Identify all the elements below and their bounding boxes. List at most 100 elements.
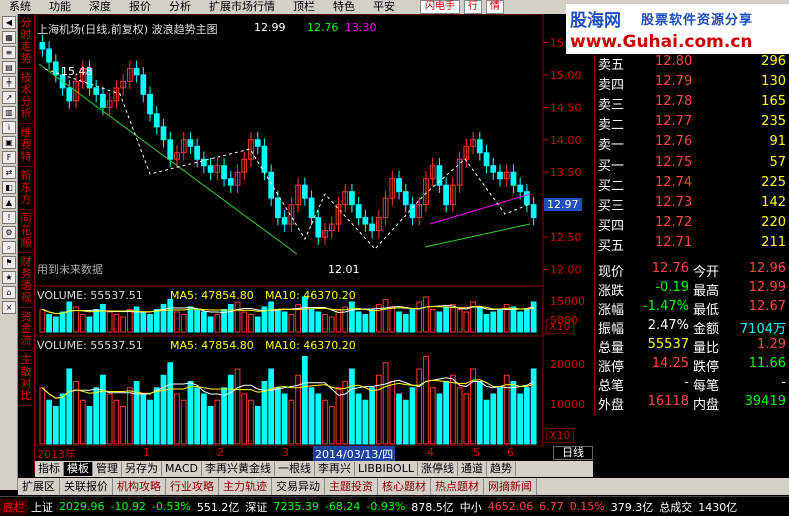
menu-topbar[interactable]: 顶栏 [284,0,324,14]
stat-row: 振幅 2.47% 金额 7104万 [595,318,789,337]
menu-pingan[interactable]: 平安 [364,0,404,14]
stat-value-1: -1.47% [643,299,689,314]
menu-system[interactable]: 系统 [0,0,40,14]
trend-icon[interactable]: ↗ [2,91,16,104]
sell-volume: 130 [761,74,786,89]
side-tab-capital[interactable]: 资金流 [19,308,33,351]
vol2-bar [106,393,113,445]
alert-icon[interactable]: ! [2,211,16,224]
flag-icon[interactable]: ⚑ [2,256,16,269]
kline-icon[interactable]: ╪ [2,76,16,89]
chart-canvas[interactable]: 15.5015.0014.5014.0013.5013.0012.5012.00… [35,14,593,460]
buy-row[interactable]: 买三 12.73 142 [595,195,789,214]
side-tab-xindongfang[interactable]: 新东方 [19,167,33,210]
tab-one-line[interactable]: 一根线 [275,462,315,476]
sell-row[interactable]: 卖三 12.78 165 [595,94,789,113]
buy-row[interactable]: 买一 12.75 57 [595,155,789,174]
tab-golden-line[interactable]: 李再兴黄金线 [202,462,275,476]
cat-extended[interactable]: 扩展区 [18,478,60,495]
cat-industry[interactable]: 行业攻略 [166,478,219,495]
table-icon[interactable]: ▥ [2,106,16,119]
sell-row[interactable]: 卖四 12.79 130 [595,74,789,93]
tab-lizaixing[interactable]: 李再兴 [315,462,355,476]
vol1-bar [39,309,46,333]
sell-row[interactable]: 卖一 12.76 91 [595,134,789,153]
grid-icon[interactable]: ▦ [2,31,16,44]
tools-icon[interactable]: ⚙ [2,226,16,239]
compare-icon[interactable]: ⇄ [2,166,16,179]
vol1-bar [66,301,73,333]
info-icon[interactable]: i [2,121,16,134]
cat-core[interactable]: 核心题材 [378,478,431,495]
candle-body [147,93,153,115]
cat-news[interactable]: 网摘新闻 [484,478,537,495]
home-icon[interactable]: ⌂ [2,286,16,299]
date-label-5: 4 [427,446,434,459]
tab-limitup-line[interactable]: 涨停线 [418,462,458,476]
news-icon[interactable]: ▣ [2,136,16,149]
chart-icon[interactable]: ▤ [2,61,16,74]
quote-button[interactable]: 情 [486,0,504,14]
cat-main-track[interactable]: 主力轨迹 [219,478,272,495]
vol1-bar [106,311,113,333]
sell-row[interactable]: 卖二 12.77 235 [595,114,789,133]
cat-institution[interactable]: 机构攻略 [113,478,166,495]
buy-level-label: 买一 [598,159,625,174]
tab-saveas[interactable]: 另存为 [122,462,162,476]
side-tab-tonghuashun[interactable]: 同花顺 [19,210,33,253]
period-button[interactable]: 日线 [553,446,593,460]
buy-volume: 220 [761,215,786,230]
cat-hot[interactable]: 热点题材 [431,478,484,495]
tab-template[interactable]: 模板 [64,462,93,476]
tab-channel[interactable]: 通道 [458,462,487,476]
kline-chart[interactable]: 15.5015.0014.5014.0013.5013.0012.5012.00… [35,14,593,460]
vol2-bar [140,393,147,445]
star-icon[interactable]: ★ [2,271,16,284]
buy-row[interactable]: 买五 12.71 211 [595,235,789,254]
tab-manage[interactable]: 管理 [93,462,122,476]
sell-row[interactable]: 卖五 12.80 296 [595,54,789,73]
trade-button[interactable]: 行 [464,0,482,14]
candle-body [93,87,100,95]
menu-depth[interactable]: 深度 [80,0,120,14]
menu-extended-market[interactable]: 扩展市场行情 [200,0,284,14]
side-tab-finance[interactable]: 财务透视 [19,253,33,308]
tab-libbiboll[interactable]: LIBBIBOLL [355,462,418,476]
back-icon[interactable]: ◀ [2,16,16,29]
menu-special[interactable]: 特色 [324,0,364,14]
tab-trend[interactable]: 趋势 [487,462,516,476]
flash-trade-button[interactable]: 闪电手 [420,0,460,14]
side-tab-compare[interactable]: 主散对比 [19,351,33,406]
f10-icon[interactable]: F [2,151,16,164]
list-icon[interactable]: ≡ [2,46,16,59]
tab-indicator[interactable]: 指标 [35,462,64,476]
buy-row[interactable]: 买四 12.72 220 [595,215,789,234]
vol2-bar [517,393,524,445]
menu-analysis[interactable]: 分析 [160,0,200,14]
sz-pct: -0.93% [366,500,406,513]
stat-value-1: 14.25 [651,356,689,371]
side-tab-technical[interactable]: 技术分析 [19,69,33,124]
vol2-bar [490,393,497,445]
tab-macd[interactable]: MACD [162,462,202,476]
stat-value-2: 12.99 [748,280,786,295]
sector-icon[interactable]: ◧ [2,181,16,194]
side-tab-weisaite[interactable]: 维赛特 [19,124,33,167]
menu-quote[interactable]: 报价 [120,0,160,14]
status-label[interactable]: 底栏 [0,498,28,515]
deal-label: 总成交 [659,500,693,514]
rank-icon[interactable]: ▲ [2,196,16,209]
vol2-bar [409,387,416,445]
vol2-bar [524,387,530,445]
exit-icon[interactable]: × [2,301,16,314]
cat-theme[interactable]: 主题投资 [325,478,378,495]
vol2-bar [275,387,281,445]
cat-related-quote[interactable]: 关联报价 [60,478,113,495]
side-tab-timeshare[interactable]: 分时走势 [19,14,33,69]
menu-function[interactable]: 功能 [40,0,80,14]
stat-row: 外盘 16118 内盘 39419 [595,394,789,413]
buy-row[interactable]: 买二 12.74 225 [595,175,789,194]
stat-row: 涨停 14.25 跌停 11.66 [595,356,789,375]
search-icon[interactable]: ⌕ [2,241,16,254]
cat-abnormal[interactable]: 交易异动 [272,478,325,495]
